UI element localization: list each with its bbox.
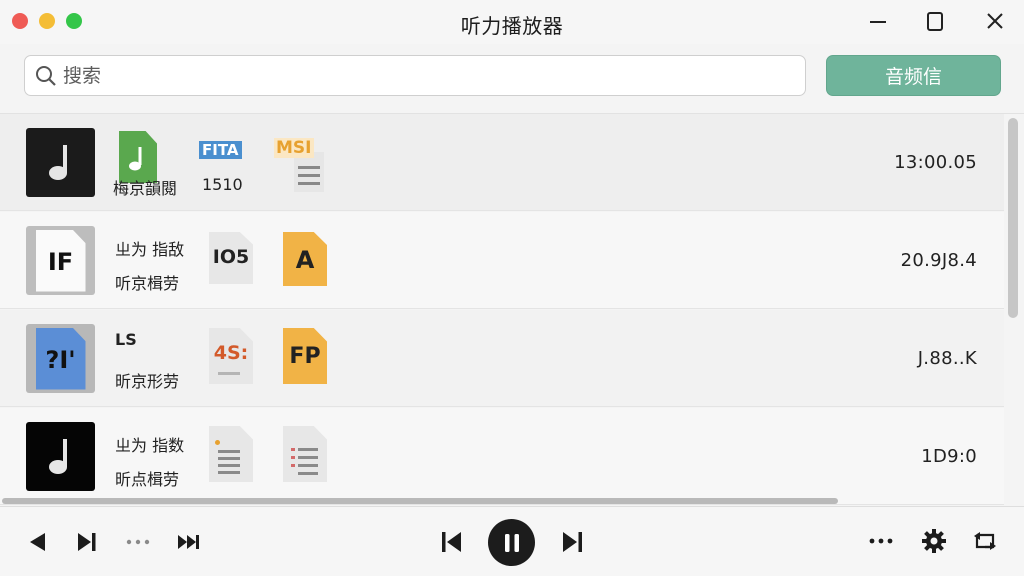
list-file-icon (283, 426, 327, 482)
album-art (26, 422, 95, 491)
minimize-icon (870, 21, 886, 23)
dots-icon (126, 539, 150, 545)
doc-label: IF (47, 247, 74, 276)
document-icon: MSI (274, 138, 324, 196)
track-row[interactable]: 梅京韻閱 FITA 1510 MSI 13:00.05 (0, 114, 1004, 211)
track-list: 梅京韻閱 FITA 1510 MSI 13:00.05 IF ㄓ为 指敌 听京楫… (0, 113, 1024, 505)
file-label: FP (289, 344, 321, 369)
track-bitrate: 1510 (202, 175, 243, 194)
album-art: IF (26, 226, 95, 295)
skip-button[interactable] (75, 529, 99, 555)
close-button[interactable] (980, 8, 1010, 36)
more-button[interactable] (869, 536, 895, 546)
album-art (26, 128, 95, 197)
file-label: 4S: (213, 342, 249, 364)
file-icon-orange: FP (283, 328, 327, 384)
track-title: LS (115, 330, 137, 349)
skip-icon (78, 533, 96, 551)
app-window: 听力播放器 音频信 (0, 0, 1024, 576)
track-row[interactable]: ㄓ为 指数 昕点楫劳 1D9:0 (0, 408, 1004, 505)
next-icon (563, 532, 582, 552)
pause-button[interactable] (488, 519, 535, 566)
maximize-button[interactable] (920, 8, 950, 36)
transport-bar (0, 506, 1024, 576)
horizontal-scrollbar[interactable] (2, 498, 838, 506)
dots-button[interactable] (126, 537, 152, 547)
play-back-icon (30, 533, 45, 551)
file-icon: IO5 (209, 232, 253, 284)
file-label: A (295, 246, 315, 274)
settings-button[interactable] (920, 527, 948, 555)
maximize-icon (927, 12, 943, 31)
music-note-icon (48, 144, 67, 180)
doc-label: ?I' (45, 345, 76, 374)
previous-icon (442, 532, 461, 552)
gear-icon (922, 529, 946, 553)
track-row[interactable]: IF ㄓ为 指敌 听京楫劳 IO5 A 20.9J8.4 (0, 212, 1004, 309)
text-file-icon (209, 426, 253, 482)
track-row[interactable]: ?I' LS 昕京形劳 4S: FP J.88..K (0, 310, 1004, 407)
minimize-button[interactable] (863, 8, 893, 36)
play-back-button[interactable] (26, 529, 48, 555)
track-title: ㄓ为 指数 (115, 436, 185, 455)
file-label: IO5 (212, 246, 250, 268)
track-subtitle: 昕京形劳 (115, 372, 180, 391)
format-badge: FITA (199, 141, 242, 159)
track-duration: 13:00.05 (894, 152, 977, 173)
file-icon: 4S: (209, 328, 253, 384)
vertical-scrollbar[interactable] (1006, 118, 1020, 318)
audio-button[interactable]: 音频信 (826, 55, 1001, 96)
close-icon (987, 13, 1003, 29)
next-button[interactable] (561, 528, 585, 556)
track-duration: J.88..K (917, 348, 977, 369)
file-icon-orange: A (283, 232, 327, 286)
track-duration: 1D9:0 (921, 446, 977, 467)
search-icon (36, 65, 56, 86)
previous-button[interactable] (439, 528, 463, 556)
repeat-icon (974, 532, 996, 550)
track-subtitle: 听京楫劳 (115, 274, 180, 293)
doc-label: MSI (274, 138, 314, 158)
pause-icon (504, 533, 519, 552)
more-icon (869, 538, 893, 544)
repeat-button[interactable] (971, 527, 999, 555)
track-duration: 20.9J8.4 (900, 250, 977, 271)
track-title: ㄓ为 指敌 (115, 240, 185, 259)
track-subtitle: 昕点楫劳 (115, 470, 180, 489)
album-art: ?I' (26, 324, 95, 393)
track-caption: 梅京韻閱 (113, 179, 178, 198)
search-input[interactable] (63, 64, 763, 87)
fast-forward-icon (178, 535, 199, 549)
search-box[interactable] (24, 55, 806, 96)
music-note-icon (48, 438, 67, 474)
title-bar: 听力播放器 (0, 0, 1024, 44)
fast-forward-button[interactable] (176, 529, 202, 555)
